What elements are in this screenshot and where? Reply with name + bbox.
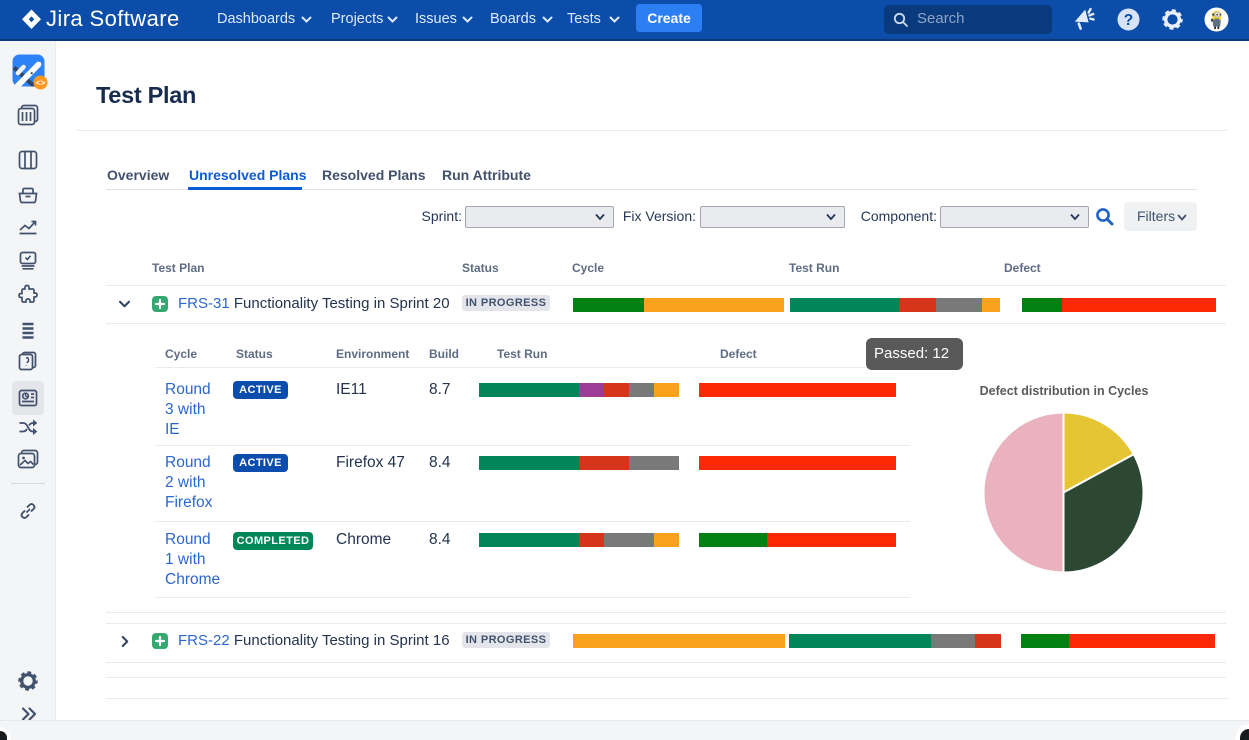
svg-text:?: ?: [1124, 12, 1133, 29]
svg-text:<>: <>: [36, 78, 46, 87]
